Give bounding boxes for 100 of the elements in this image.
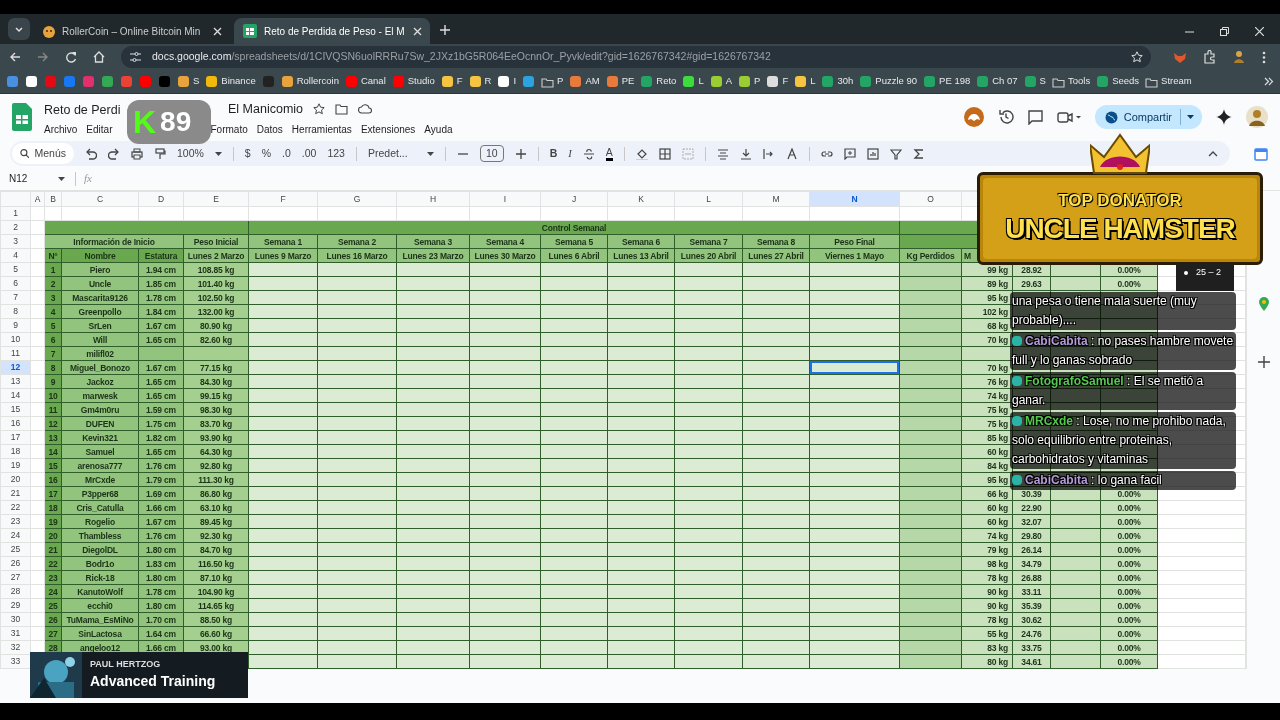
bookmark[interactable]: L — [682, 74, 704, 89]
menu-item[interactable]: Datos — [256, 122, 283, 137]
font-select[interactable]: Predet... — [367, 145, 416, 162]
column-header[interactable]: O — [927, 193, 934, 204]
document-title[interactable]: Reto de Perdi — [44, 103, 121, 117]
map-pin-icon[interactable] — [1257, 297, 1270, 311]
video-camera-icon[interactable] — [1056, 109, 1081, 125]
bookmark[interactable]: 30h — [821, 74, 854, 89]
document-title[interactable]: El Manicomio — [228, 99, 304, 119]
fill-color-icon[interactable] — [635, 147, 648, 160]
column-header[interactable]: E — [213, 193, 219, 204]
bookmark[interactable]: Stream — [1145, 74, 1192, 89]
bookmark[interactable]: Reto — [640, 74, 677, 89]
back-icon[interactable] — [9, 51, 21, 63]
bookmark[interactable]: Tools — [1051, 74, 1091, 89]
history-icon[interactable] — [997, 109, 1014, 125]
forward-icon[interactable] — [37, 51, 49, 63]
bookmark[interactable]: I — [497, 74, 517, 89]
text-color-button[interactable]: A — [605, 146, 613, 161]
sparkle-icon[interactable] — [1216, 109, 1232, 125]
zoom-select[interactable]: 100% — [177, 145, 204, 162]
calendar-icon[interactable] — [1254, 147, 1268, 161]
borders-icon[interactable] — [658, 147, 671, 160]
vertical-align-icon[interactable] — [739, 147, 752, 160]
bat-mask-icon[interactable] — [963, 107, 984, 127]
menu-item[interactable]: Ayuda — [424, 122, 453, 137]
close-icon[interactable] — [413, 26, 422, 36]
undo-icon[interactable] — [85, 147, 97, 160]
column-header[interactable]: H — [429, 193, 437, 204]
row-number[interactable]: 9 — [13, 320, 18, 331]
menu-search-field[interactable]: Menús — [12, 143, 74, 164]
bookmark[interactable]: Rollercoin — [280, 74, 339, 89]
italic-button[interactable]: I — [568, 145, 572, 162]
restore-icon[interactable] — [1220, 27, 1229, 36]
star-icon[interactable] — [313, 103, 326, 115]
bookmark[interactable]: PE — [605, 74, 635, 89]
filter-icon[interactable] — [889, 147, 902, 160]
row-number[interactable]: 8 — [13, 306, 18, 317]
profile-icon[interactable] — [1232, 50, 1246, 64]
bookmark[interactable]: Canal — [344, 74, 386, 89]
decrease-decimal-button[interactable]: .0 — [282, 145, 291, 162]
caret-down-icon[interactable] — [58, 176, 65, 181]
name-box[interactable]: N12 — [0, 171, 58, 186]
plus-icon[interactable] — [514, 147, 527, 160]
functions-icon[interactable] — [912, 147, 925, 160]
bookmark[interactable]: S — [1023, 74, 1046, 89]
cloud-icon[interactable] — [358, 103, 373, 115]
increase-decimal-button[interactable]: .00 — [301, 145, 317, 162]
menu-item[interactable]: Editar — [86, 122, 113, 137]
bookmark[interactable]: PE 198 — [923, 74, 971, 89]
puzzle-piece-icon[interactable] — [1203, 50, 1216, 64]
row-number[interactable]: 6 — [13, 278, 18, 289]
column-header[interactable]: I — [503, 193, 507, 204]
plus-icon[interactable] — [1257, 356, 1270, 368]
currency-format-button[interactable]: $ — [244, 145, 251, 162]
chart-icon[interactable] — [866, 147, 879, 160]
add-comment-icon[interactable] — [843, 147, 856, 160]
column-header[interactable]: K — [638, 193, 644, 204]
menu-item[interactable]: Herramientas — [291, 122, 352, 137]
address-bar[interactable]: docs.google.com/spreadsheets/d/1CIVQSN6uolRRRu7Sw_2JXz1bG5R064EeOcnnOr_Pyvk/edit?gid=1626767342#gid=1626767342 — [121, 46, 1151, 68]
menu-item[interactable]: Formato — [210, 122, 248, 137]
caret-down-icon[interactable] — [426, 151, 434, 156]
close-icon[interactable] — [213, 26, 222, 36]
column-header[interactable]: G — [353, 193, 361, 204]
close-icon[interactable] — [1255, 27, 1264, 36]
browser-tab[interactable]: Reto de Perdida de Peso - El M — [234, 18, 430, 44]
bookmark[interactable]: S — [177, 74, 200, 89]
browser-tab[interactable]: RollerCoin – Online Bitcoin Min — [34, 18, 230, 44]
reload-icon[interactable] — [65, 51, 77, 63]
column-header[interactable]: L — [706, 193, 711, 204]
row-number[interactable]: 1 — [13, 208, 18, 219]
row-number[interactable]: 4 — [13, 250, 18, 261]
row-number[interactable]: 7 — [13, 292, 18, 303]
more-formats-button[interactable]: 123 — [327, 145, 345, 162]
font-size-field[interactable]: 10 — [479, 145, 504, 162]
row-number[interactable]: 3 — [13, 236, 18, 247]
collapse-toolbar-icon[interactable] — [1208, 149, 1218, 158]
bookmark[interactable]: A — [709, 74, 733, 89]
more-vert-icon[interactable] — [1262, 50, 1266, 64]
strikethrough-icon[interactable] — [582, 147, 595, 160]
new-tab-icon[interactable] — [440, 25, 450, 35]
column-header[interactable]: N — [851, 193, 858, 204]
home-icon[interactable] — [93, 51, 105, 63]
menu-item[interactable]: Extensiones — [360, 122, 416, 137]
caret-down-icon[interactable] — [214, 151, 222, 156]
row-number[interactable]: 2 — [13, 222, 18, 233]
text-wrap-icon[interactable] — [762, 147, 775, 160]
bookmark[interactable]: AM — [569, 74, 600, 89]
bookmark[interactable]: Seeds — [1096, 74, 1140, 89]
avatar-icon[interactable] — [1246, 106, 1268, 128]
column-header[interactable]: M — [772, 193, 780, 204]
column-header[interactable]: J — [571, 193, 577, 204]
text-rotate-icon[interactable] — [785, 147, 798, 160]
bold-button[interactable]: B — [549, 145, 558, 162]
print-icon[interactable] — [131, 147, 143, 160]
share-button[interactable]: Compartir — [1094, 105, 1202, 129]
folder-icon[interactable] — [335, 103, 349, 115]
bookmark-icon-button[interactable] — [25, 75, 38, 88]
merge-cells-icon[interactable] — [681, 147, 694, 160]
percent-format-button[interactable]: % — [261, 145, 272, 162]
